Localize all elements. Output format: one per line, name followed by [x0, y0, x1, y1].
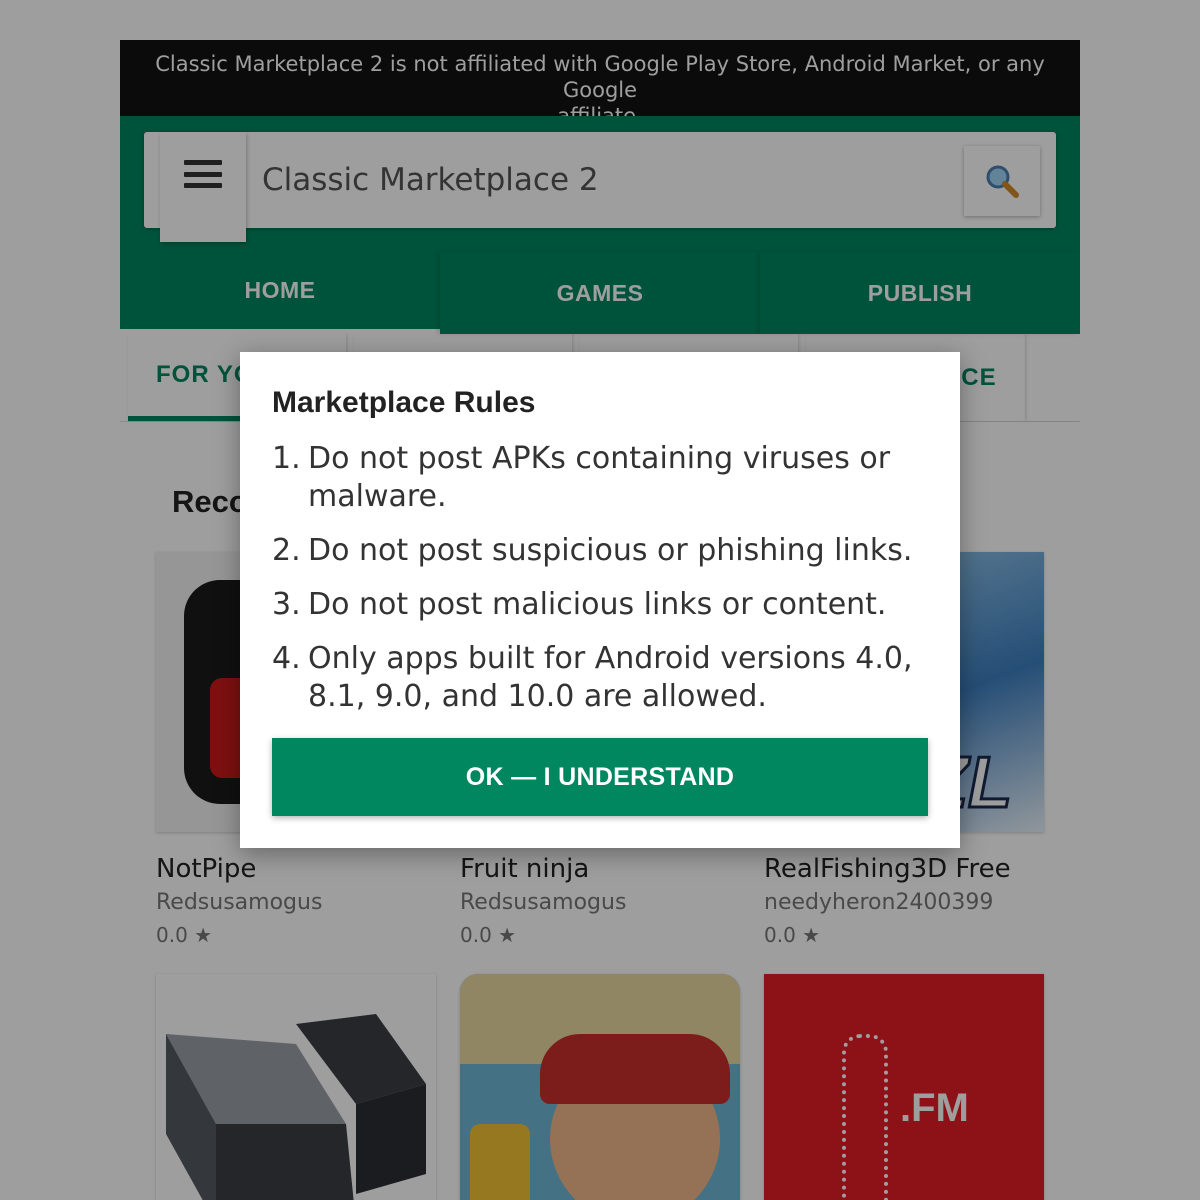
rule-text-cont: malware.	[308, 479, 447, 514]
rule-text: Do not post malicious links or content.	[308, 587, 887, 622]
rule-item: 2. Do not post suspicious or phishing li…	[272, 532, 928, 570]
rule-number: 4.	[272, 641, 301, 676]
rule-text: Only apps built for Android versions 4.0…	[308, 641, 913, 676]
dialog-title: Marketplace Rules	[272, 386, 536, 419]
rule-number: 1.	[272, 441, 301, 476]
rule-number: 2.	[272, 533, 301, 568]
rule-number: 3.	[272, 587, 301, 622]
rule-text: Do not post APKs containing viruses or	[308, 441, 891, 476]
rule-item: 1. Do not post APKs containing viruses o…	[272, 440, 928, 516]
rule-text: Do not post suspicious or phishing links…	[308, 533, 913, 568]
ok-understand-button[interactable]: OK — I UNDERSTAND	[272, 738, 928, 816]
rules-list: 1. Do not post APKs containing viruses o…	[272, 440, 928, 716]
rule-text-cont: 8.1, 9.0, and 10.0 are allowed.	[308, 679, 767, 714]
rules-dialog: Marketplace Rules 1. Do not post APKs co…	[240, 352, 960, 848]
rule-item: 4. Only apps built for Android versions …	[272, 640, 928, 716]
rule-item: 3. Do not post malicious links or conten…	[272, 586, 928, 624]
